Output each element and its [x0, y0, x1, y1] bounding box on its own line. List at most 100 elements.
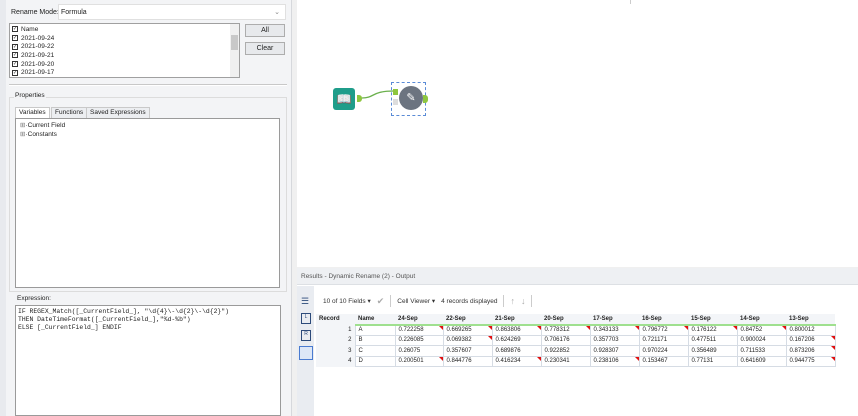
left-input-anchor[interactable]: [393, 89, 398, 95]
checkbox-checked-icon[interactable]: ✓: [12, 69, 18, 76]
table-cell[interactable]: C: [354, 345, 396, 357]
table-cell[interactable]: A: [354, 324, 396, 336]
field-checkbox-item[interactable]: ✓ 2021-09-21: [12, 51, 237, 60]
table-cell[interactable]: 0.706176: [540, 334, 591, 346]
left-input-icon[interactable]: L: [301, 313, 311, 324]
table-cell[interactable]: 0.722258: [394, 324, 444, 336]
table-cell[interactable]: 0.84752: [736, 324, 787, 336]
table-cell[interactable]: 0.230341: [540, 355, 591, 367]
tab-saved-expressions[interactable]: Saved Expressions: [86, 107, 150, 118]
table-cell[interactable]: D: [354, 355, 396, 367]
column-header[interactable]: 17-Sep: [590, 314, 639, 326]
column-header[interactable]: 21-Sep: [492, 314, 541, 326]
tree-item-constants[interactable]: ⊞·Constants: [20, 130, 275, 139]
table-cell[interactable]: 0.689876: [491, 345, 542, 357]
checkbox-checked-icon[interactable]: ✓: [12, 26, 18, 33]
field-checkbox-item[interactable]: ✓ 2021-09-22: [12, 42, 237, 51]
table-cell[interactable]: 0.922852: [540, 345, 591, 357]
table-cell[interactable]: 0.176122: [687, 324, 738, 336]
cell-flag-icon: [830, 346, 835, 350]
table-cell[interactable]: 0.873206: [785, 345, 836, 357]
cell-flag-icon: [781, 325, 786, 330]
table-cell[interactable]: 0.711533: [736, 345, 787, 357]
column-header[interactable]: Record: [316, 314, 355, 325]
metadata-icon[interactable]: ☰: [301, 296, 311, 307]
results-side-toolbar: ☰ L R: [297, 286, 314, 416]
table-cell[interactable]: 0.477511: [687, 334, 738, 346]
table-cell[interactable]: 0.800012: [785, 324, 836, 336]
checkbox-checked-icon[interactable]: ✓: [12, 35, 18, 42]
table-cell[interactable]: 0.357703: [589, 334, 640, 346]
output-icon[interactable]: [299, 346, 313, 360]
expression-editor[interactable]: IF REGEX_Match([_CurrentField_], "\d{4}\…: [15, 305, 281, 416]
table-cell[interactable]: 0.928307: [589, 345, 640, 357]
table-cell[interactable]: 0.153467: [638, 355, 689, 367]
tab-functions[interactable]: Functions: [51, 107, 88, 118]
table-cell[interactable]: 0.356489: [687, 345, 738, 357]
select-all-button[interactable]: All: [245, 24, 285, 37]
results-table: Record Name 24-Sep 22-Sep 21-Sep 20-Sep 17-Sep…: [316, 314, 836, 367]
field-list-scrollbar[interactable]: [230, 24, 239, 77]
tree-item-current-field[interactable]: ⊞·Current Field: [20, 121, 275, 130]
field-checkbox-item[interactable]: ✓ 2021-09-17: [12, 68, 237, 77]
table-cell[interactable]: 0.624269: [491, 334, 542, 346]
table-cell[interactable]: 0.26075: [394, 345, 444, 357]
table-cell[interactable]: 0.200501: [394, 355, 444, 367]
expand-icon[interactable]: ⊞: [20, 122, 25, 129]
dynamic-rename-icon: ✎: [399, 86, 423, 110]
output-anchor[interactable]: [423, 95, 428, 103]
input-data-tool-icon[interactable]: 📖: [333, 88, 355, 110]
chevron-down-icon: ⌄: [274, 9, 280, 16]
field-checkbox-item[interactable]: ✓ 2021-09-20: [12, 60, 237, 69]
table-cell[interactable]: 0.944775: [785, 355, 836, 367]
table-cell[interactable]: 0.416234: [491, 355, 542, 367]
apply-check-icon[interactable]: ✔: [377, 296, 385, 307]
table-cell[interactable]: 0.863806: [491, 324, 542, 336]
table-cell[interactable]: 0.900024: [736, 334, 787, 346]
table-cell[interactable]: 0.641609: [736, 355, 787, 367]
checkbox-checked-icon[interactable]: ✓: [12, 52, 18, 59]
right-input-anchor[interactable]: [393, 99, 398, 105]
scroll-down-icon[interactable]: ↓: [521, 296, 526, 306]
checkbox-checked-icon[interactable]: ✓: [12, 43, 18, 50]
scroll-up-icon[interactable]: ↑: [510, 296, 515, 306]
fields-selector[interactable]: 10 of 10 Fields ▾: [323, 297, 371, 305]
column-header[interactable]: 24-Sep: [395, 314, 443, 326]
table-cell[interactable]: 0.796772: [638, 324, 689, 336]
column-header[interactable]: 22-Sep: [443, 314, 492, 326]
column-header[interactable]: 20-Sep: [541, 314, 590, 326]
column-header[interactable]: 13-Sep: [786, 314, 835, 326]
table-cell[interactable]: 0.167206: [785, 334, 836, 346]
table-cell[interactable]: B: [354, 334, 396, 346]
right-input-icon[interactable]: R: [301, 330, 311, 341]
table-cell[interactable]: 0.069382: [442, 334, 493, 346]
cell-viewer-selector[interactable]: Cell Viewer ▾: [397, 297, 435, 305]
table-cell[interactable]: 0.343133: [589, 324, 640, 336]
column-header[interactable]: Name: [355, 314, 395, 326]
table-cell[interactable]: 0.970224: [638, 345, 689, 357]
checkbox-checked-icon[interactable]: ✓: [12, 61, 18, 68]
field-checkbox-item[interactable]: ✓ Name: [12, 25, 237, 34]
workflow-canvas[interactable]: 📖 ✎: [297, 0, 858, 267]
column-header[interactable]: 14-Sep: [737, 314, 786, 326]
clear-button[interactable]: Clear: [245, 42, 285, 55]
cell-flag-icon: [438, 356, 443, 361]
table-cell[interactable]: 0.778312: [540, 324, 591, 336]
table-cell[interactable]: 0.357607: [442, 345, 493, 357]
table-cell[interactable]: 0.844776: [442, 355, 493, 367]
field-list[interactable]: ✓ Name ✓ 2021-09-24 ✓ 2021-09-22 ✓ 2021-09-21 ✓ 2…: [9, 23, 240, 78]
column-header[interactable]: 15-Sep: [688, 314, 737, 326]
table-cell[interactable]: 0.238106: [589, 355, 640, 367]
table-cell[interactable]: 0.226085: [394, 334, 444, 346]
table-cell[interactable]: 0.77131: [687, 355, 738, 367]
table-cell[interactable]: 0.669265: [442, 324, 493, 336]
cell-flag-icon: [536, 356, 541, 361]
rename-mode-value: Formula: [61, 9, 87, 16]
rename-mode-select[interactable]: Formula ⌄: [58, 4, 286, 20]
field-checkbox-item[interactable]: ✓ 2021-09-24: [12, 34, 237, 43]
expand-icon[interactable]: ⊞: [20, 131, 25, 138]
column-header[interactable]: 16-Sep: [639, 314, 688, 326]
table-cell[interactable]: 0.721171: [638, 334, 689, 346]
dynamic-rename-tool[interactable]: ✎: [391, 82, 428, 116]
records-displayed: 4 records displayed: [441, 297, 498, 305]
